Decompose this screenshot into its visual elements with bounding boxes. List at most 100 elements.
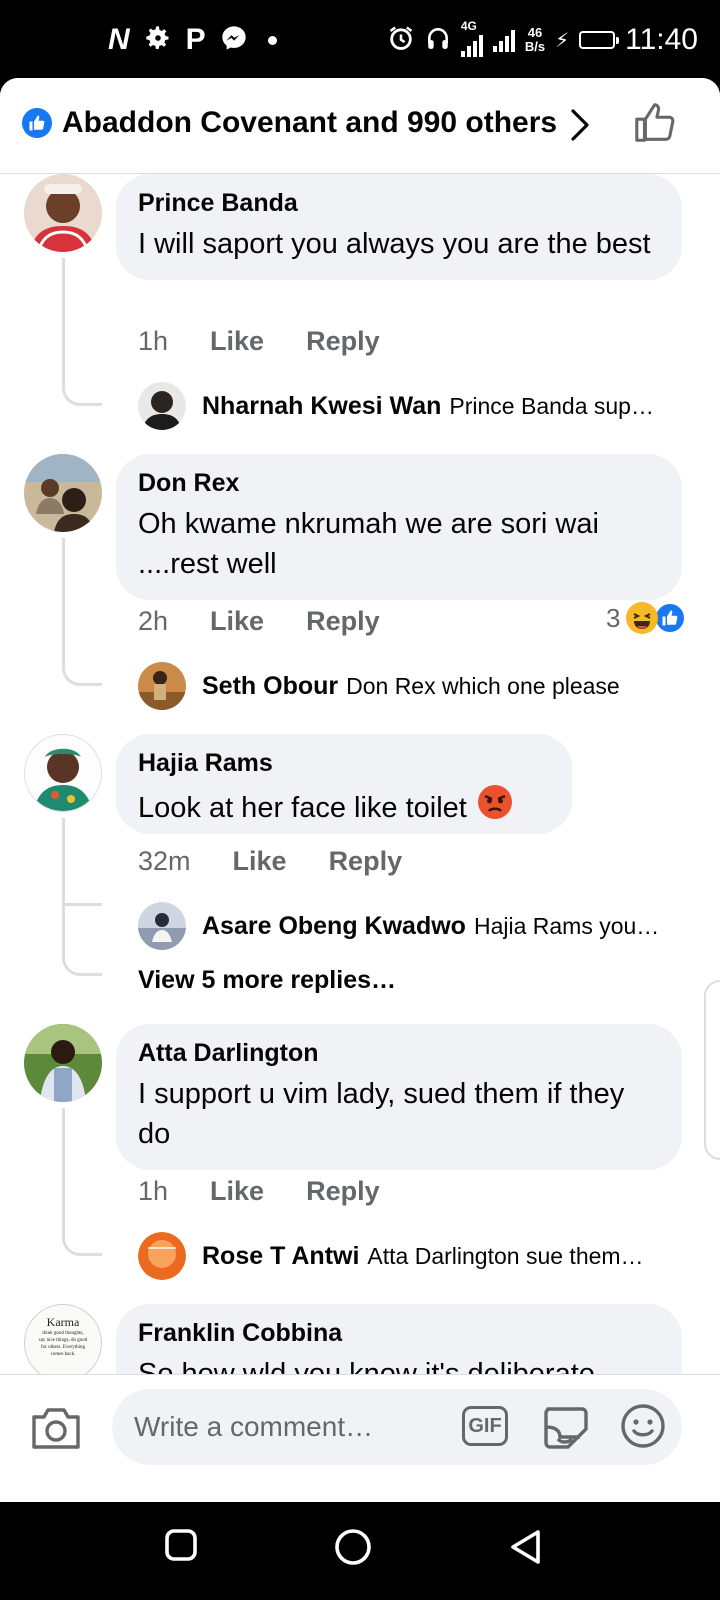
thread-line xyxy=(62,538,102,686)
back-button[interactable] xyxy=(508,1528,544,1571)
reply-button[interactable]: Reply xyxy=(306,326,380,357)
comment-composer: GIF xyxy=(0,1374,720,1502)
like-reaction-icon xyxy=(654,602,687,634)
alarm-icon xyxy=(387,24,415,57)
comment-actions: 1h Like Reply xyxy=(138,1176,380,1207)
netflix-icon: N xyxy=(108,23,130,56)
reply-preview[interactable]: Rose T Antwi Atta Darlington sue them… xyxy=(138,1232,698,1280)
comment-bubble[interactable]: Hajia Rams Look at her face like toilet xyxy=(116,734,572,834)
notification-icons: N P xyxy=(108,22,277,58)
edge-panel-handle[interactable] xyxy=(704,980,720,1160)
gif-button[interactable]: GIF xyxy=(462,1406,508,1446)
avatar[interactable] xyxy=(24,734,102,812)
comments-list[interactable]: Prince Banda I will saport you always yo… xyxy=(0,174,720,1374)
reaction-count: 3 xyxy=(606,602,621,633)
recents-button[interactable] xyxy=(164,1528,198,1567)
sticker-icon[interactable] xyxy=(540,1403,590,1456)
laugh-reaction-icon xyxy=(626,602,659,634)
clock: 11:40 xyxy=(625,23,698,56)
reactors-summary[interactable]: Abaddon Covenant and 990 others xyxy=(22,106,557,140)
reactions-header: Abaddon Covenant and 990 others xyxy=(0,78,720,174)
comment-time: 2h xyxy=(138,606,169,636)
avatar[interactable] xyxy=(138,382,186,430)
status-bar: N P 4G 46 B/s ⚡ 11:40 xyxy=(0,0,720,80)
like-button[interactable]: Like xyxy=(210,326,264,357)
more-notifications-dot xyxy=(267,35,277,45)
reply-snippet: Prince Banda sup… xyxy=(449,392,654,419)
messenger-icon xyxy=(220,24,248,57)
comment-text: Look at her face like toilet xyxy=(138,784,548,831)
comment-actions: 2h Like Reply xyxy=(138,606,380,637)
system-nav-bar xyxy=(0,1502,720,1600)
reply-preview[interactable]: Nharnah Kwesi Wan Prince Banda sup… xyxy=(138,382,698,430)
p-app-icon: P xyxy=(185,23,206,56)
avatar[interactable]: Karma think good thoughts, say nice thin… xyxy=(24,1304,102,1374)
reactors-text: Abaddon Covenant and 990 others xyxy=(62,106,558,139)
avatar[interactable] xyxy=(24,1024,102,1102)
commenter-name[interactable]: Don Rex xyxy=(138,468,658,498)
reply-author-name[interactable]: Asare Obeng Kwadwo xyxy=(202,912,466,941)
like-button[interactable]: Like xyxy=(210,1176,264,1207)
view-more-replies-link[interactable]: View 5 more replies… xyxy=(138,966,396,995)
charging-icon: ⚡ xyxy=(555,29,570,52)
thread-line xyxy=(62,818,102,976)
reply-preview[interactable]: Seth Obour Don Rex which one please xyxy=(138,662,698,710)
reply-snippet: Don Rex which one please xyxy=(346,672,620,699)
camera-icon[interactable] xyxy=(30,1405,82,1456)
thread-line xyxy=(62,258,102,406)
signal-4g-icon: 4G xyxy=(460,19,483,57)
avatar[interactable] xyxy=(138,662,186,710)
reply-author-name[interactable]: Nharnah Kwesi Wan xyxy=(202,392,441,421)
karma-avatar-text: Karma think good thoughts, say nice thin… xyxy=(38,1315,88,1357)
comment-bubble[interactable]: Franklin Cobbina So how wld you know it'… xyxy=(116,1304,682,1374)
like-button[interactable]: Like xyxy=(233,846,287,877)
comment-text: Oh kwame nkrumah we are sori wai ....res… xyxy=(138,508,599,580)
like-post-button[interactable] xyxy=(632,100,678,151)
reply-author-name[interactable]: Rose T Antwi xyxy=(202,1242,359,1271)
comment-bubble[interactable]: Don Rex Oh kwame nkrumah we are sori wai… xyxy=(116,454,682,600)
commenter-name[interactable]: Atta Darlington xyxy=(138,1038,658,1068)
network-speed: 46 B/s xyxy=(524,25,546,54)
reply-author-name[interactable]: Seth Obour xyxy=(202,672,338,701)
reply-button[interactable]: Reply xyxy=(329,846,403,877)
comment-text: I will saport you always you are the bes… xyxy=(138,228,651,260)
comment-time: 32m xyxy=(138,846,191,876)
angry-face-emoji-icon xyxy=(477,784,513,831)
thread-line xyxy=(62,1108,102,1256)
avatar[interactable] xyxy=(24,174,102,252)
avatar[interactable] xyxy=(138,1232,186,1280)
reply-button[interactable]: Reply xyxy=(306,1176,380,1207)
avatar[interactable] xyxy=(138,902,186,950)
comment-actions: 1h Like Reply xyxy=(138,326,380,357)
comment-text: So how wld you know it's deliberate xyxy=(138,1358,595,1374)
commenter-name[interactable]: Hajia Rams xyxy=(138,748,548,778)
comment-time: 1h xyxy=(138,1176,169,1206)
comment-time: 1h xyxy=(138,326,169,356)
emoji-icon[interactable] xyxy=(620,1403,666,1454)
comments-sheet: Abaddon Covenant and 990 others Prince B… xyxy=(0,78,720,1502)
like-reaction-icon xyxy=(22,108,52,138)
comment-text-content: Look at her face like toilet xyxy=(138,791,467,824)
comment-actions: 32m Like Reply xyxy=(138,846,402,877)
commenter-name[interactable]: Prince Banda xyxy=(138,188,658,218)
reply-snippet: Atta Darlington sue them… xyxy=(367,1242,644,1269)
commenter-name[interactable]: Franklin Cobbina xyxy=(138,1318,658,1348)
chevron-right-icon[interactable] xyxy=(570,108,590,147)
reply-button[interactable]: Reply xyxy=(306,606,380,637)
gear-icon xyxy=(144,24,172,57)
comment-bubble[interactable]: Atta Darlington I support u vim lady, su… xyxy=(116,1024,682,1170)
reply-snippet: Hajia Rams you… xyxy=(473,912,660,939)
battery-icon xyxy=(579,31,620,49)
avatar[interactable] xyxy=(24,454,102,532)
home-button[interactable] xyxy=(334,1528,372,1571)
comment-bubble[interactable]: Prince Banda I will saport you always yo… xyxy=(116,174,682,280)
comment-input-pill: GIF xyxy=(112,1389,682,1465)
reply-preview[interactable]: Asare Obeng Kwadwo Hajia Rams you… xyxy=(138,902,698,950)
comment-input[interactable] xyxy=(134,1389,454,1465)
signal-icon xyxy=(492,28,515,52)
headphones-icon xyxy=(425,24,451,57)
reaction-summary[interactable]: 3 xyxy=(606,602,687,634)
like-button[interactable]: Like xyxy=(210,606,264,637)
comment-text: I support u vim lady, sued them if they … xyxy=(138,1078,625,1150)
system-icons: 4G 46 B/s ⚡ 11:40 xyxy=(387,19,698,58)
